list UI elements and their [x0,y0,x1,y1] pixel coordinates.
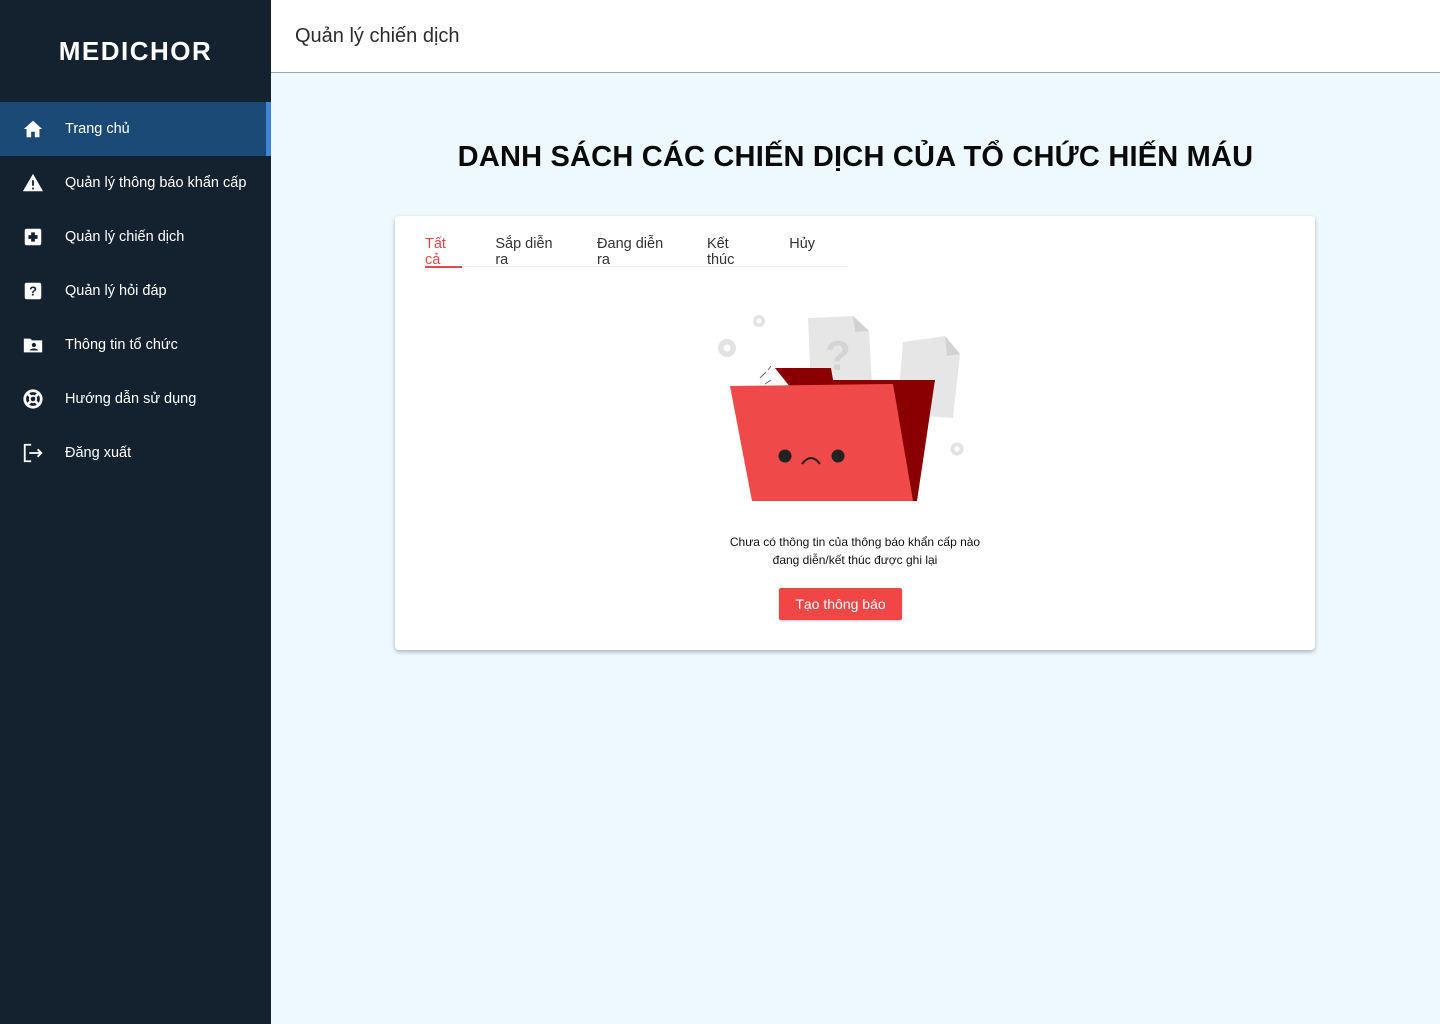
sidebar-item-logout[interactable]: Đăng xuất [0,426,271,480]
empty-state-line2: đang diễn/kết thúc được ghi lại [772,553,938,567]
sidebar-item-emergency-notices[interactable]: Quản lý thông báo khẩn cấp [0,156,271,210]
tab-ongoing[interactable]: Đang diễn ra [597,216,674,268]
folder-user-icon [21,333,45,357]
campaign-list-card: Tất cả Sắp diễn ra Đang diễn ra Kết thúc… [395,216,1315,650]
sidebar-item-label: Đăng xuất [65,445,132,461]
logout-icon [21,441,45,465]
page-header: Quản lý chiến dịch [271,0,1440,73]
sidebar-item-organization[interactable]: Thông tin tổ chức [0,318,271,372]
sidebar-item-faq[interactable]: ? Quản lý hỏi đáp [0,264,271,318]
app-logo: MEDICHOR [58,35,213,66]
svg-text:?: ? [29,284,37,299]
home-icon [21,117,45,141]
sidebar-item-label: Quản lý chiến dịch [65,229,185,245]
sidebar: MEDICHOR Trang chủ Quản lý thông báo khẩ… [0,0,271,1024]
tab-ended[interactable]: Kết thúc [707,216,756,268]
question-icon: ? [21,279,45,303]
tab-cancelled[interactable]: Hủy [789,216,815,267]
sidebar-item-label: Quản lý thông báo khẩn cấp [65,175,247,191]
sidebar-item-campaigns[interactable]: Quản lý chiến dịch [0,210,271,264]
create-notification-button[interactable]: Tạo thông báo [779,588,902,620]
empty-state-line1: Chưa có thông tin của thông báo khẩn cấp… [729,535,981,549]
page-title: DANH SÁCH CÁC CHIẾN DỊCH CỦA TỔ CHỨC HIẾ… [457,141,1254,173]
sidebar-item-label: Hướng dẫn sử dụng [65,391,197,407]
tab-bar: Tất cả Sắp diễn ra Đang diễn ra Kết thúc… [425,216,848,268]
warning-icon [21,171,45,195]
tab-all[interactable]: Tất cả [425,216,463,268]
sidebar-item-label: Trang chủ [65,121,130,137]
header-title: Quản lý chiến dịch [295,24,460,47]
sad-folder-illustration: ? [718,315,964,501]
empty-state-message: Chưa có thông tin của thông báo khẩn cấp… [395,533,1315,569]
lifebuoy-icon [21,387,45,411]
sidebar-item-guide[interactable]: Hướng dẫn sử dụng [0,372,271,426]
sidebar-item-home[interactable]: Trang chủ [0,102,271,156]
sidebar-item-label: Quản lý hỏi đáp [65,283,167,299]
tab-upcoming[interactable]: Sắp diễn ra [495,216,564,268]
medical-plus-icon [21,225,45,249]
sidebar-item-label: Thông tin tổ chức [65,337,178,353]
